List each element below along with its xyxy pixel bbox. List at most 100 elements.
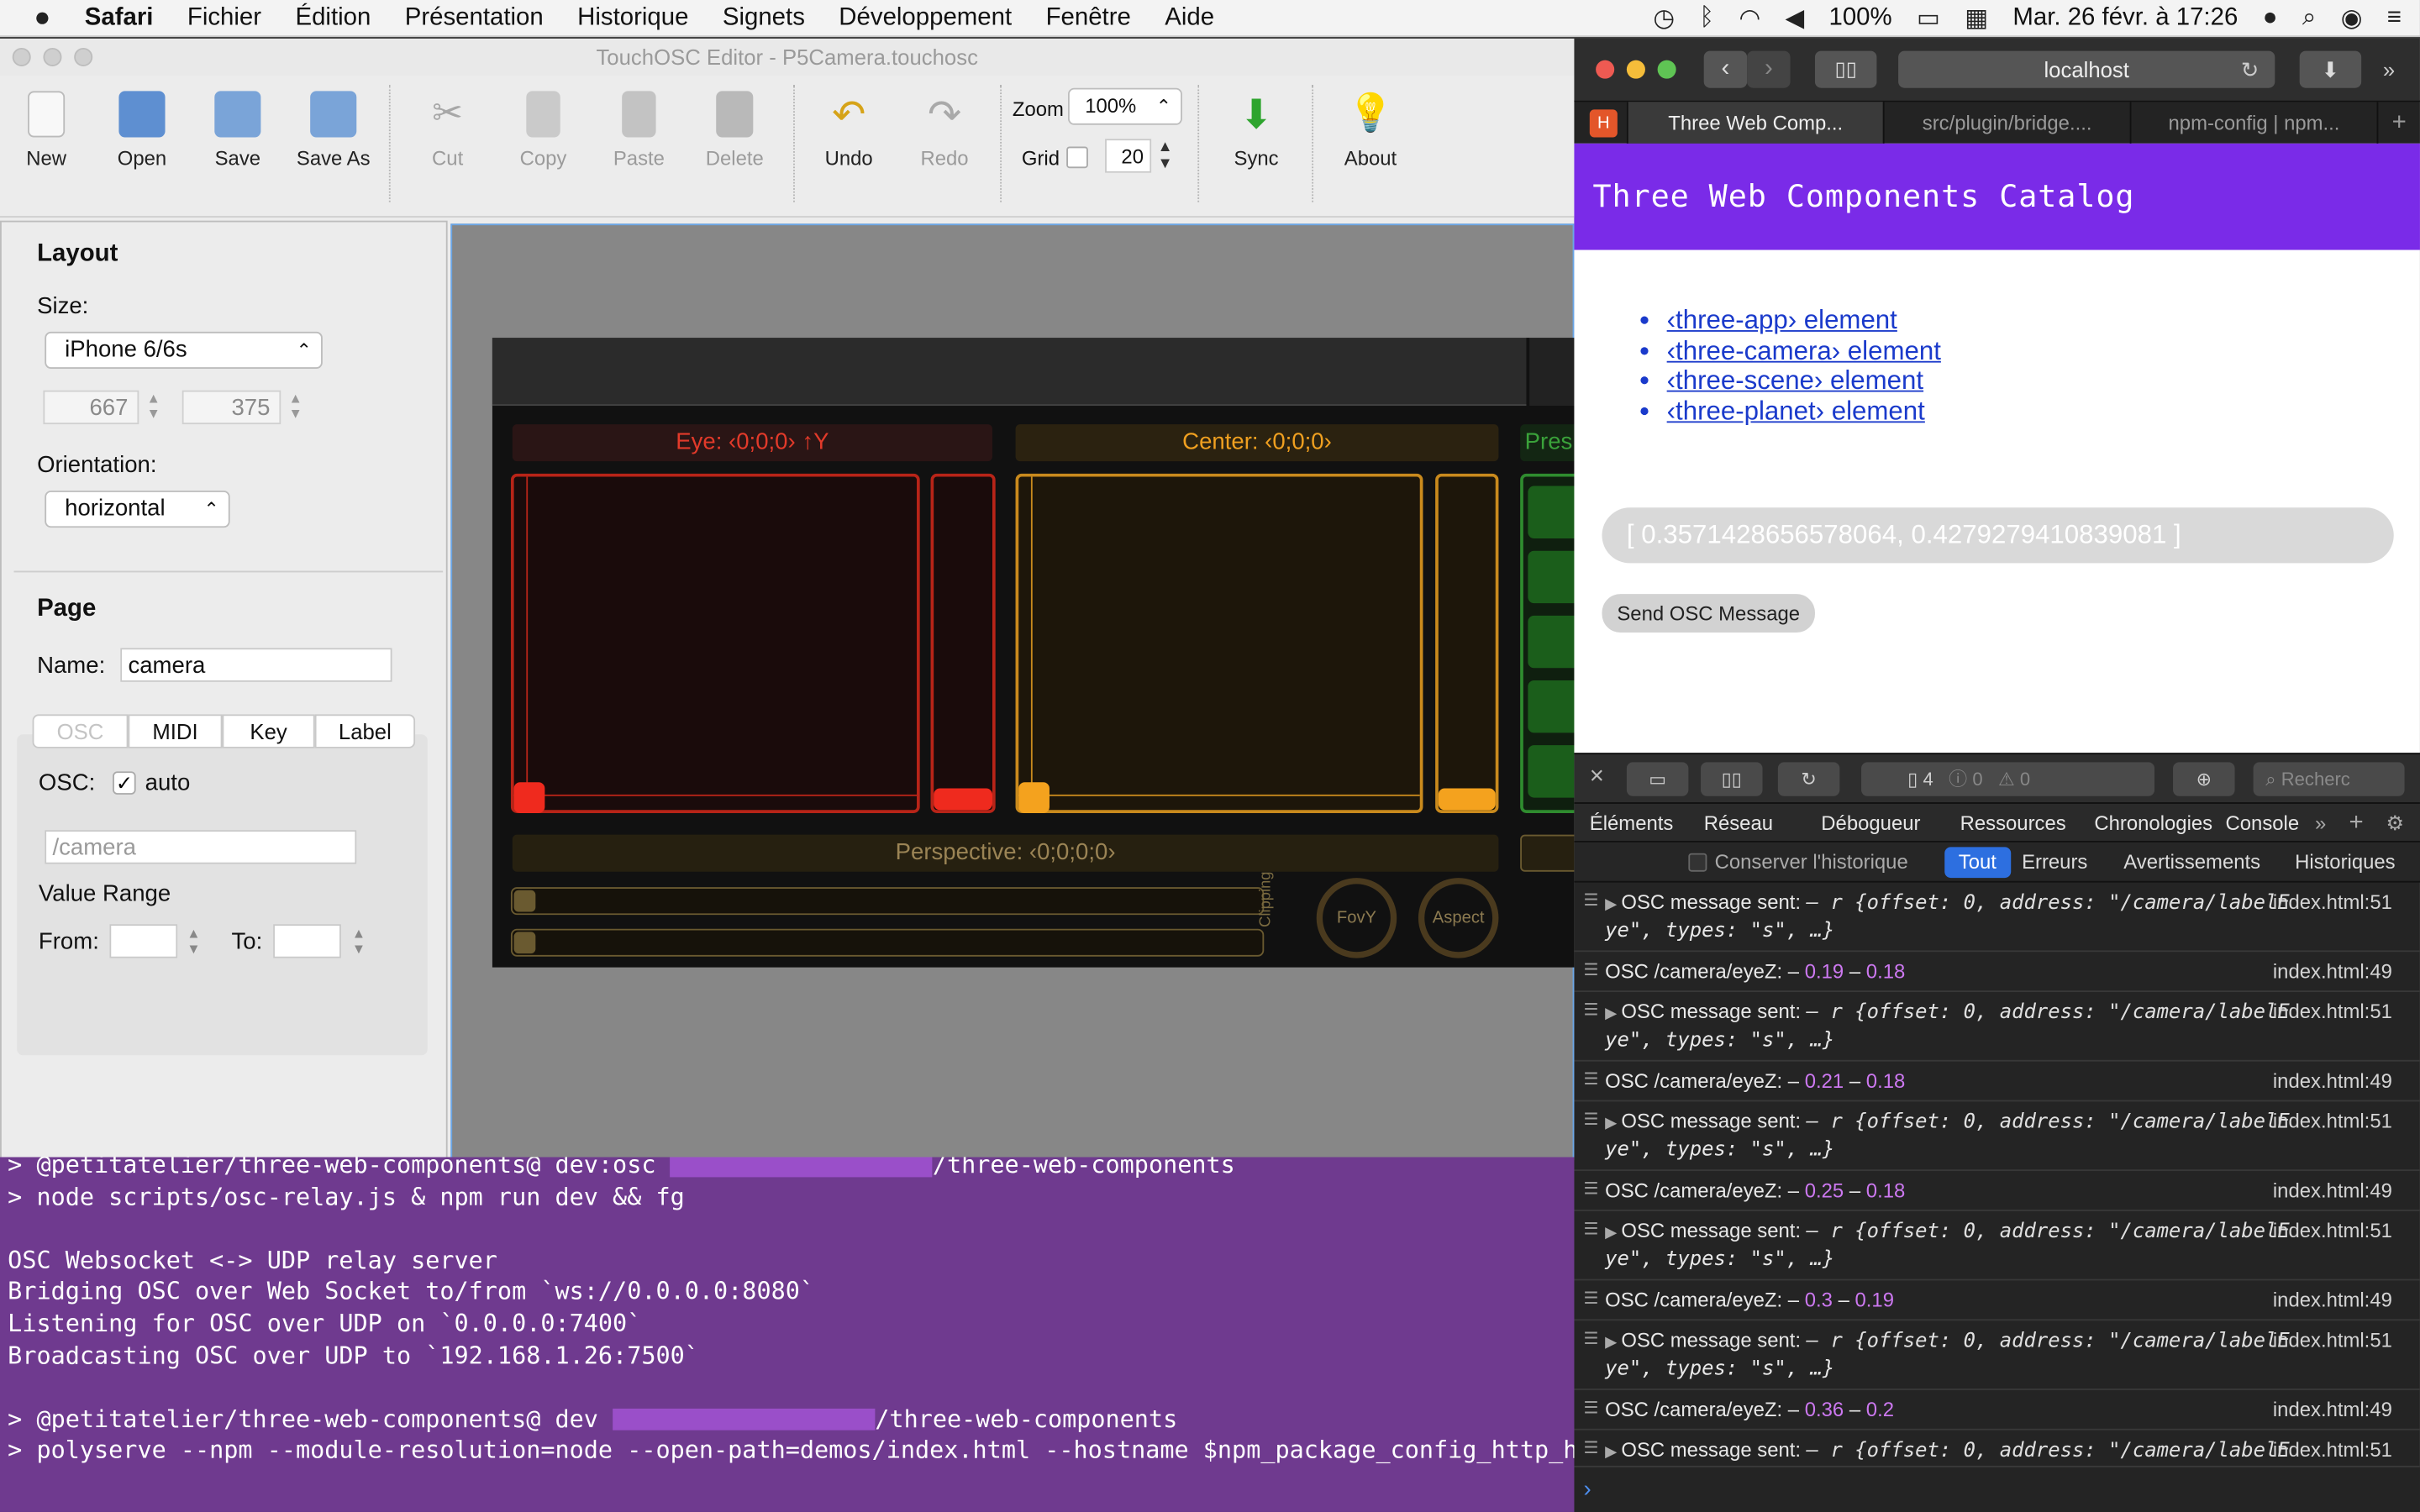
console-row[interactable]: ☰ index.html:49 OSC /camera/eyeZ: – 0.21 –… [1574,1062,2420,1102]
eye-z-handle[interactable] [934,788,992,811]
tab-network[interactable]: Réseau [1704,804,1773,843]
filter-warnings[interactable]: Avertissements [2123,843,2260,883]
near-clip-fader[interactable] [510,887,1265,916]
grid-checkbox[interactable] [1066,146,1088,169]
copy-button[interactable]: Copy [497,91,589,170]
clock[interactable]: Mar. 26 févr. à 17:26 [2012,5,2238,33]
delete-button[interactable]: Delete [688,91,781,170]
paste-button[interactable]: Paste [592,91,685,170]
terminal[interactable]: > @petitatelier/three-web-components@ de… [0,1157,1575,1512]
from-input[interactable] [109,924,178,958]
overflow-icon[interactable]: » [2383,51,2414,88]
save-button[interactable]: Save [192,91,284,170]
spotlight-icon[interactable]: ⌕ [2302,5,2316,33]
tab-elements[interactable]: Éléments [1590,804,1674,843]
tab-timelines[interactable]: Chronologies [2094,804,2212,843]
add-tab-icon[interactable]: + [2349,804,2363,843]
new-tab-button[interactable]: + [2376,102,2420,145]
eye-xy-pad[interactable] [510,473,920,813]
center-z-handle[interactable] [1438,788,1496,811]
auto-checkbox[interactable]: ✓ [113,771,136,795]
battery-icon[interactable]: ▭ [1917,3,1940,34]
more-tabs-icon[interactable]: » [2315,804,2326,843]
back-icon[interactable]: ‹ [1703,50,1748,88]
console-row[interactable]: ☰ index.html:49 OSC /camera/eyeZ: – 0.36 –… [1574,1390,2420,1431]
expand-triangle-icon[interactable]: ▶ [1605,1116,1621,1132]
expand-triangle-icon[interactable]: ▶ [1605,1444,1621,1461]
wifi-icon[interactable]: ◠ [1739,3,1760,34]
forward-icon[interactable]: › [1747,50,1791,88]
open-button[interactable]: Open [96,91,188,170]
user-icon[interactable]: ● [2263,5,2278,33]
console-row[interactable]: ☰ index.html:49 OSC /camera/eyeZ: – 0.25 –… [1574,1171,2420,1211]
log-source-link[interactable]: index.html:49 [2273,1287,2392,1313]
log-source-link[interactable]: index.html:51 [2273,1217,2392,1243]
menu-developpement[interactable]: Développement [839,4,1012,32]
send-osc-button[interactable]: Send OSC Message [1602,594,1815,633]
height-input[interactable]: 375 [182,390,281,425]
cut-button[interactable]: ✂ Cut [402,91,494,170]
center-xy-pad[interactable] [1015,473,1423,813]
filter-logs[interactable]: Historiques [2295,843,2395,883]
log-source-link[interactable]: index.html:49 [2273,958,2392,984]
reload-icon[interactable]: ↻ [2241,51,2272,88]
log-source-link[interactable]: index.html:49 [2273,1177,2392,1203]
far-clip-fader[interactable] [510,928,1265,957]
touchosc-layout-preview[interactable]: Eye: ‹0;0;0› ↑Y Center: ‹0;0;0› Pres Per… [492,338,1604,968]
console-row[interactable]: ☰ index.html:49 OSC /camera/eyeZ: – 0.19 –… [1574,952,2420,992]
bluetooth-icon[interactable]: ᛒ [1699,5,1714,33]
aspect-knob[interactable]: Aspect [1418,878,1499,958]
page-name-input[interactable]: camera [120,648,392,682]
siri-icon[interactable]: ◉ [2341,3,2363,34]
zoom-button[interactable] [74,47,93,66]
orientation-select[interactable]: horizontal [45,491,230,528]
expand-triangle-icon[interactable]: ▶ [1605,1335,1621,1352]
tab-resources[interactable]: Ressources [1960,804,2066,843]
console-prompt[interactable]: › [1574,1465,2420,1512]
osc-value-display[interactable]: [ 0.3571428656578064, 0.4279279410839081… [1602,507,2394,564]
settings-gear-icon[interactable]: ⚙ [2386,804,2404,843]
fovy-knob[interactable]: FovY [1316,878,1397,958]
tab-bridge[interactable]: src/plugin/bridge.... [1882,102,2130,145]
sync-button[interactable]: ⬇ Sync [1210,91,1302,170]
expand-triangle-icon[interactable]: ▶ [1605,896,1621,913]
address-bar[interactable]: localhost [1898,50,2275,88]
menu-presentation[interactable]: Présentation [405,4,544,32]
new-button[interactable]: New [0,91,92,170]
tab-three-web-components[interactable]: Three Web Comp... [1626,102,1883,145]
filter-all[interactable]: Tout [1944,847,2011,879]
tab-debugger[interactable]: Débogueur [1821,804,1920,843]
inspector-search[interactable]: ⌕ Recherc [2253,762,2405,796]
console-row[interactable]: ☰ index.html:51 ▶ OSC message sent: – r {o… [1574,883,2420,953]
about-button[interactable]: 💡 About [1324,91,1417,170]
log-source-link[interactable]: index.html:51 [2273,998,2392,1024]
battery-percent[interactable]: 100% [1828,5,1891,33]
split-icon[interactable]: ▯▯ [1701,762,1763,796]
close-inspector-icon[interactable]: × [1590,764,1604,791]
from-stepper[interactable]: ▲ ▼ [187,926,200,957]
to-stepper[interactable]: ▲ ▼ [352,926,366,957]
expand-triangle-icon[interactable]: ▶ [1605,1006,1621,1023]
log-source-link[interactable]: index.html:51 [2273,1108,2392,1134]
tab-midi[interactable]: MIDI [128,714,223,748]
link-three-scene[interactable]: ‹three-scene› element [1667,365,1941,396]
volume-icon[interactable]: ◀ [1785,3,1804,34]
console-row[interactable]: ☰ index.html:51 ▶ OSC message sent: – r {o… [1574,1431,2420,1466]
tab-console[interactable]: Console [2226,804,2300,843]
reload-icon[interactable]: ↻ [1777,762,1840,796]
size-select[interactable]: iPhone 6/6s [45,331,323,369]
downloads-icon[interactable]: ⬇ [2299,50,2362,88]
center-z-fader[interactable] [1435,473,1499,813]
osc-address-input[interactable]: /camera [45,830,357,864]
minimize-button[interactable] [43,47,62,66]
menu-historique[interactable]: Historique [577,4,688,32]
log-source-link[interactable]: index.html:51 [2273,1436,2392,1462]
log-source-link[interactable]: index.html:51 [2273,1327,2392,1353]
menu-edition[interactable]: Édition [295,4,371,32]
save-as-button[interactable]: Save As [287,91,380,170]
redo-button[interactable]: ↷ Redo [898,91,991,170]
log-source-link[interactable]: index.html:51 [2273,889,2392,915]
time-machine-icon[interactable]: ◷ [1653,3,1675,34]
log-source-link[interactable]: index.html:49 [2273,1068,2392,1094]
console-row[interactable]: ☰ index.html:49 OSC /camera/eyeZ: – 0.3 – … [1574,1280,2420,1321]
